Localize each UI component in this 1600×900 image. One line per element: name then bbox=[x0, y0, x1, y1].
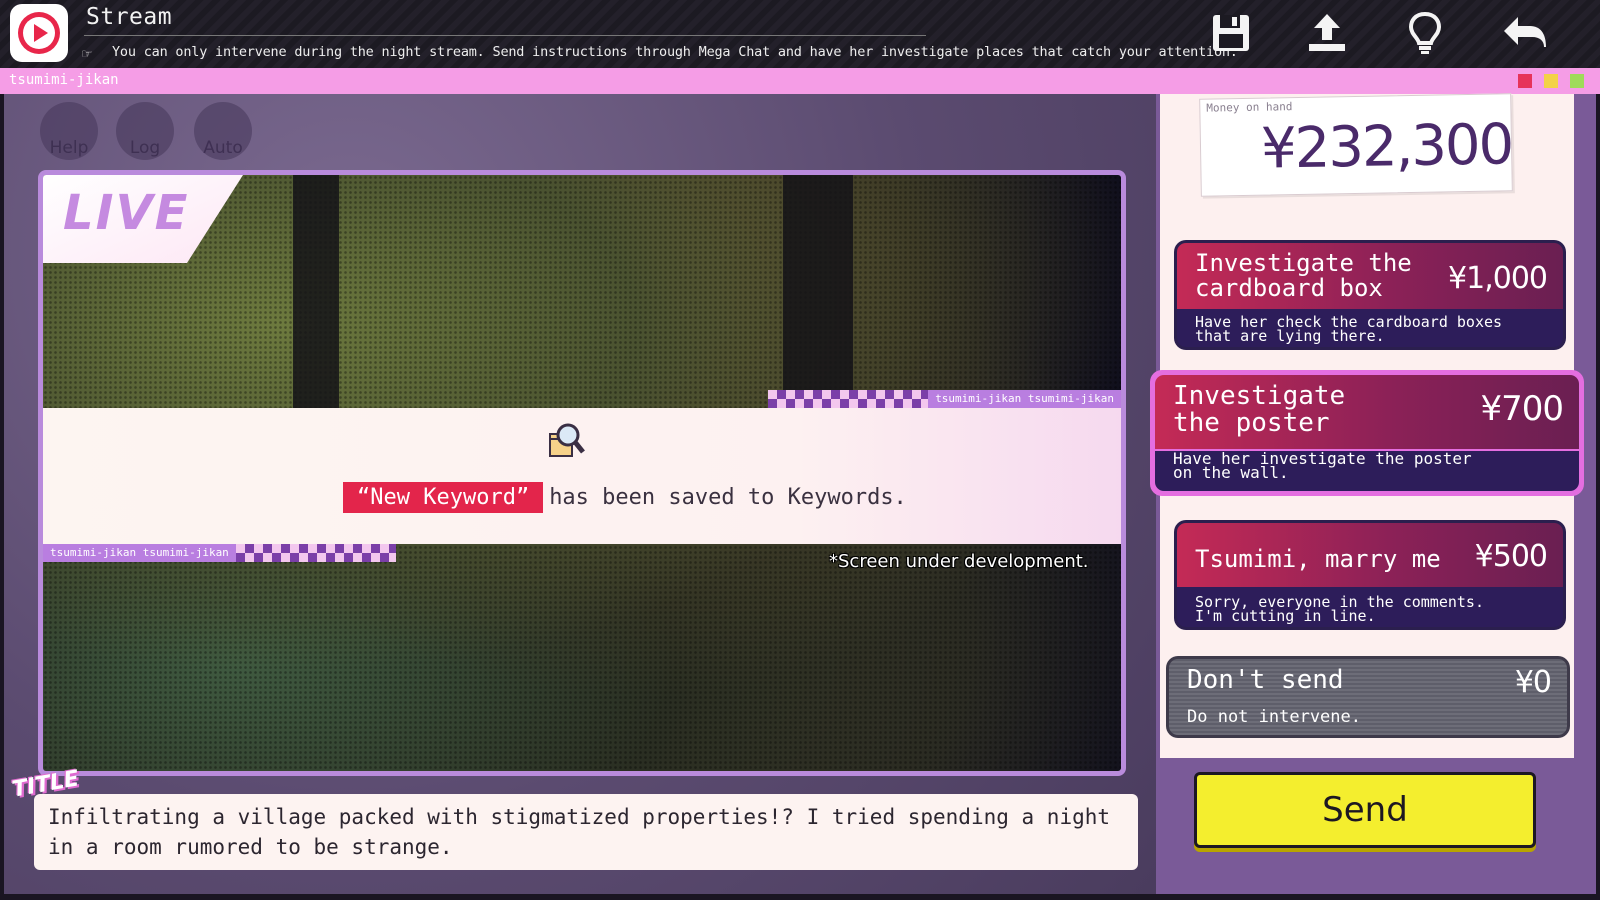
choice-description: Have her check the cardboard boxes that … bbox=[1195, 313, 1503, 345]
live-video-frame: LIVE tsumimi-jikan tsumimi-jikan “New Ke… bbox=[38, 170, 1126, 776]
magnifier-folder-icon bbox=[549, 423, 585, 457]
choice-poster[interactable]: Investigate the poster ¥700 Have her inv… bbox=[1150, 370, 1584, 496]
choice-price: ¥700 bbox=[1480, 389, 1564, 429]
choice-price: ¥0 bbox=[1514, 665, 1552, 700]
window-label: tsumimi-jikan bbox=[9, 72, 119, 88]
lightbulb-icon bbox=[1408, 11, 1442, 54]
money-label: Money on hand bbox=[1206, 100, 1293, 115]
upload-button[interactable] bbox=[1302, 8, 1352, 58]
log-label: Log bbox=[129, 138, 161, 158]
choice-description: Sorry, everyone in the comments. I'm cut… bbox=[1195, 593, 1484, 625]
back-arrow-icon bbox=[1504, 17, 1546, 47]
money-value: ¥232,300 bbox=[1260, 112, 1513, 182]
save-button[interactable] bbox=[1206, 8, 1256, 58]
money-card: Money on hand ¥232,300 bbox=[1199, 93, 1513, 197]
keyword-badge: “New Keyword” bbox=[343, 482, 544, 513]
stream-caption: Infiltrating a village packed with stigm… bbox=[34, 794, 1138, 870]
choice-body: Investigate the poster ¥700 Have her inv… bbox=[1155, 375, 1579, 491]
choice-label: Tsumimi, marry me bbox=[1195, 545, 1441, 573]
send-button[interactable]: Send bbox=[1194, 772, 1536, 848]
choice-body: Tsumimi, marry me ¥500 Sorry, everyone i… bbox=[1177, 523, 1563, 627]
log-button[interactable]: Log bbox=[116, 102, 174, 160]
title-divider bbox=[84, 35, 926, 36]
keyword-message: “New Keyword” has been saved to Keywords… bbox=[343, 482, 907, 513]
choice-label: Investigate the poster bbox=[1173, 381, 1346, 438]
choice-label: Investigate the cardboard box bbox=[1195, 249, 1412, 302]
help-label: Help bbox=[49, 138, 89, 158]
choice-description: Do not intervene. bbox=[1187, 707, 1361, 727]
notice-ticker-bottom: tsumimi-jikan tsumimi-jikan bbox=[43, 544, 396, 562]
choice-price: ¥1,000 bbox=[1448, 261, 1548, 296]
checker-pattern bbox=[768, 390, 929, 408]
live-label: LIVE bbox=[63, 185, 190, 241]
dev-note: *Screen under development. bbox=[829, 551, 1089, 572]
hint-button[interactable] bbox=[1400, 8, 1450, 58]
keyword-saved-text: has been saved to Keywords. bbox=[549, 485, 907, 510]
hand-pointer-icon: ☞ bbox=[82, 44, 92, 63]
keyword-notice: tsumimi-jikan tsumimi-jikan “New Keyword… bbox=[43, 390, 1121, 562]
save-icon bbox=[1213, 15, 1249, 51]
choice-dont-send[interactable]: Don't send ¥0 Do not intervene. bbox=[1166, 656, 1570, 738]
ticker-label: tsumimi-jikan tsumimi-jikan bbox=[928, 390, 1121, 408]
upload-icon bbox=[1309, 14, 1345, 51]
auto-button[interactable]: Auto bbox=[194, 102, 252, 160]
top-bar: Stream ☞ You can only intervene during t… bbox=[0, 0, 1600, 68]
stream-stage: Help Log Auto LIVE tsumimi-jikan tsumimi… bbox=[4, 94, 1156, 894]
checker-pattern bbox=[235, 544, 396, 562]
choice-price: ¥500 bbox=[1474, 539, 1548, 574]
window-minimize-button[interactable] bbox=[1544, 74, 1558, 88]
choice-description: Have her investigate the poster on the w… bbox=[1173, 449, 1472, 482]
auto-label: Auto bbox=[203, 138, 243, 158]
back-button[interactable] bbox=[1500, 8, 1550, 58]
hint-text: You can only intervene during the night … bbox=[112, 44, 1238, 60]
page-title: Stream bbox=[86, 4, 173, 30]
window-maximize-button[interactable] bbox=[1570, 74, 1584, 88]
window-close-button[interactable] bbox=[1518, 74, 1532, 88]
choice-body: Don't send ¥0 Do not intervene. bbox=[1169, 659, 1567, 735]
video-shadow-bar bbox=[293, 175, 339, 415]
play-icon bbox=[10, 4, 68, 62]
notice-ticker-top: tsumimi-jikan tsumimi-jikan bbox=[768, 390, 1121, 408]
video-shadow-bar bbox=[783, 175, 853, 415]
choice-cardboard-box[interactable]: Investigate the cardboard box ¥1,000 Hav… bbox=[1174, 240, 1566, 350]
choice-label: Don't send bbox=[1187, 665, 1344, 695]
window-title-bar: tsumimi-jikan bbox=[0, 68, 1600, 94]
help-button[interactable]: Help bbox=[40, 102, 98, 160]
choice-body: Investigate the cardboard box ¥1,000 Hav… bbox=[1177, 243, 1563, 347]
ticker-label: tsumimi-jikan tsumimi-jikan bbox=[43, 544, 236, 562]
choice-marry-me[interactable]: Tsumimi, marry me ¥500 Sorry, everyone i… bbox=[1174, 520, 1566, 630]
